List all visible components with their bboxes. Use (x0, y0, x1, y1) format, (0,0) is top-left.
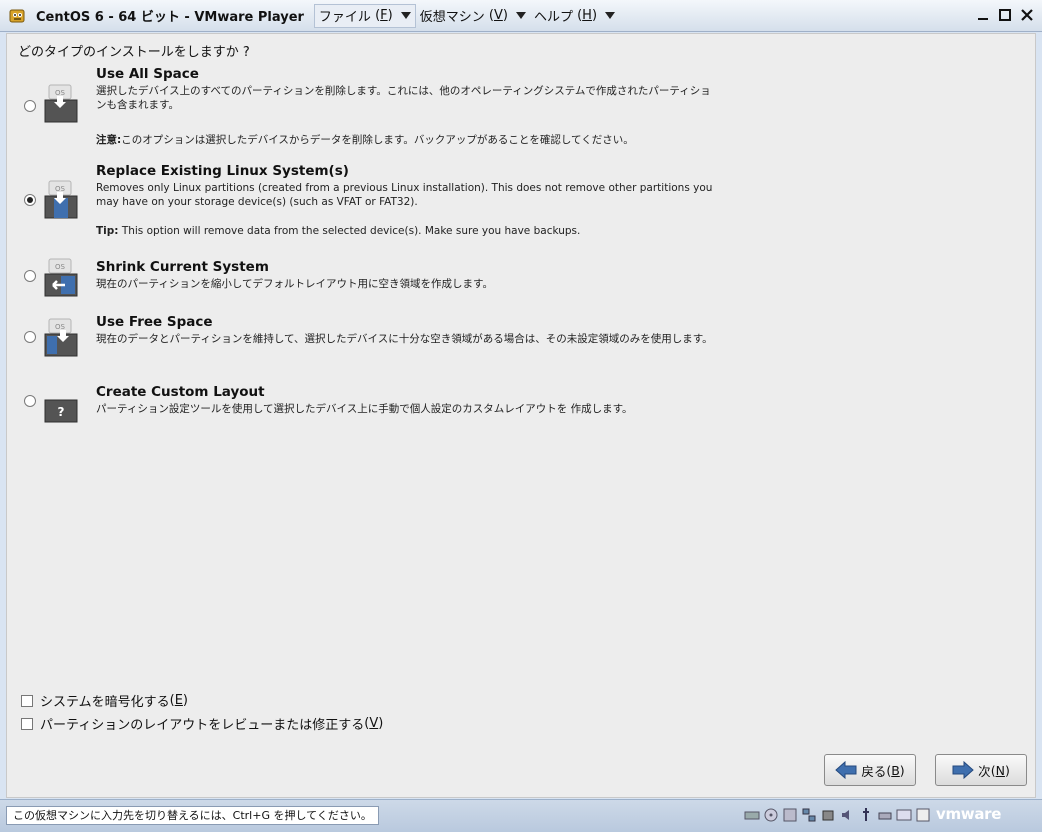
option-description: 現在のパーティションを縮小してデフォルトレイアウト用に空き領域を作成します。 (96, 278, 494, 290)
disk-os-icon: OS (44, 84, 78, 123)
arrow-left-icon (835, 761, 857, 779)
disk-custom-icon: ? (44, 399, 78, 423)
svg-text:OS: OS (55, 185, 66, 193)
option-title: Create Custom Layout (96, 384, 265, 400)
vmware-player-icon (9, 9, 25, 22)
option-note: Tip: This option will remove data from t… (96, 225, 581, 237)
option-title: Use Free Space (96, 314, 213, 330)
disk-free-space-icon: OS (44, 318, 78, 357)
radio-use-all-space[interactable] (24, 100, 36, 112)
cd-rom-icon[interactable] (763, 807, 779, 823)
encrypt-system-checkbox[interactable]: システムを暗号化する(E) (21, 691, 188, 710)
sound-icon[interactable] (839, 807, 855, 823)
chevron-down-icon (605, 12, 616, 19)
svg-text:?: ? (58, 405, 65, 419)
window-title: CentOS 6 - 64 ビット - VMware Player (36, 10, 304, 25)
usb-icon[interactable] (858, 807, 874, 823)
title-bar: CentOS 6 - 64 ビット - VMware Player ファイル (… (0, 0, 1042, 32)
maximize-icon[interactable] (996, 6, 1014, 24)
checkbox-review[interactable] (21, 717, 33, 730)
checkbox-encrypt[interactable] (21, 694, 33, 707)
option-title: Shrink Current System (96, 259, 269, 275)
option-use-free-space[interactable]: OS Use Free Space 現在のデータとパーティションを維持して、選択… (7, 314, 727, 374)
arrow-right-icon (952, 761, 974, 779)
radio-use-free-space[interactable] (24, 331, 36, 343)
svg-text:OS: OS (55, 89, 66, 97)
option-title: Use All Space (96, 66, 199, 82)
option-replace-linux[interactable]: OS Replace Existing Linux System(s) Remo… (7, 162, 727, 242)
option-title: Replace Existing Linux System(s) (96, 163, 349, 179)
device-icons (744, 807, 931, 823)
display-icon[interactable] (896, 807, 912, 823)
disk-shrink-icon: OS (44, 258, 78, 297)
radio-create-custom[interactable] (24, 395, 36, 407)
review-layout-checkbox[interactable]: パーティションのレイアウトをレビューまたは修正する(V) (21, 714, 383, 733)
chevron-down-icon (400, 12, 411, 19)
chevron-down-icon (515, 12, 526, 19)
message-log-icon[interactable] (915, 807, 931, 823)
printer-icon[interactable] (877, 807, 893, 823)
option-shrink-current[interactable]: OS Shrink Current System 現在のパーティションを縮小して… (7, 258, 727, 308)
status-message: この仮想マシンに入力先を切り替えるには、Ctrl+G を押してください。 (6, 806, 379, 825)
network-icon[interactable] (801, 807, 817, 823)
window-controls (974, 6, 1036, 24)
svg-text:OS: OS (55, 263, 66, 271)
option-use-all-space[interactable]: OS Use All Space 選択したデバイス上のすべてのパーティションを削… (7, 64, 727, 154)
minimize-icon[interactable] (974, 6, 992, 24)
hard-disk-icon[interactable] (744, 807, 760, 823)
menu-bar: ファイル (F) 仮想マシン (V) ヘルプ (H) (313, 3, 619, 28)
next-button[interactable]: 次(N) (935, 754, 1027, 786)
radio-shrink-current[interactable] (24, 270, 36, 282)
option-description: Removes only Linux partitions (created f… (96, 182, 713, 208)
menu-vm[interactable]: 仮想マシン (V) (416, 4, 530, 28)
option-create-custom[interactable]: ? Create Custom Layout パーティション設定ツールを使用して… (7, 384, 727, 434)
menu-file[interactable]: ファイル (F) (313, 3, 416, 28)
installer-panel: どのタイプのインストールをしますか ? OS Use All Space 選択し… (6, 33, 1036, 798)
svg-text:OS: OS (55, 323, 66, 331)
radio-replace-linux[interactable] (24, 194, 36, 206)
close-icon[interactable] (1018, 6, 1036, 24)
usb-device-icon[interactable] (820, 807, 836, 823)
option-description: 現在のデータとパーティションを維持して、選択したデバイスに十分な空き領域がある場… (96, 333, 713, 345)
back-button[interactable]: 戻る(B) (824, 754, 916, 786)
option-description: パーティション設定ツールを使用して選択したデバイス上に手動で個人設定のカスタムレ… (96, 403, 633, 415)
option-note: 注意:このオプションは選択したデバイスからデータを削除します。バックアップがある… (96, 134, 634, 146)
disk-replace-icon: OS (44, 180, 78, 219)
menu-help[interactable]: ヘルプ (H) (530, 4, 619, 28)
floppy-icon[interactable] (782, 807, 798, 823)
install-type-question: どのタイプのインストールをしますか ? (18, 45, 250, 60)
vmware-logo: vmware (936, 805, 1002, 823)
status-bar: この仮想マシンに入力先を切り替えるには、Ctrl+G を押してください。 vmw… (0, 799, 1042, 832)
option-description: 選択したデバイス上のすべてのパーティションを削除します。これには、他のオペレーテ… (96, 85, 711, 111)
